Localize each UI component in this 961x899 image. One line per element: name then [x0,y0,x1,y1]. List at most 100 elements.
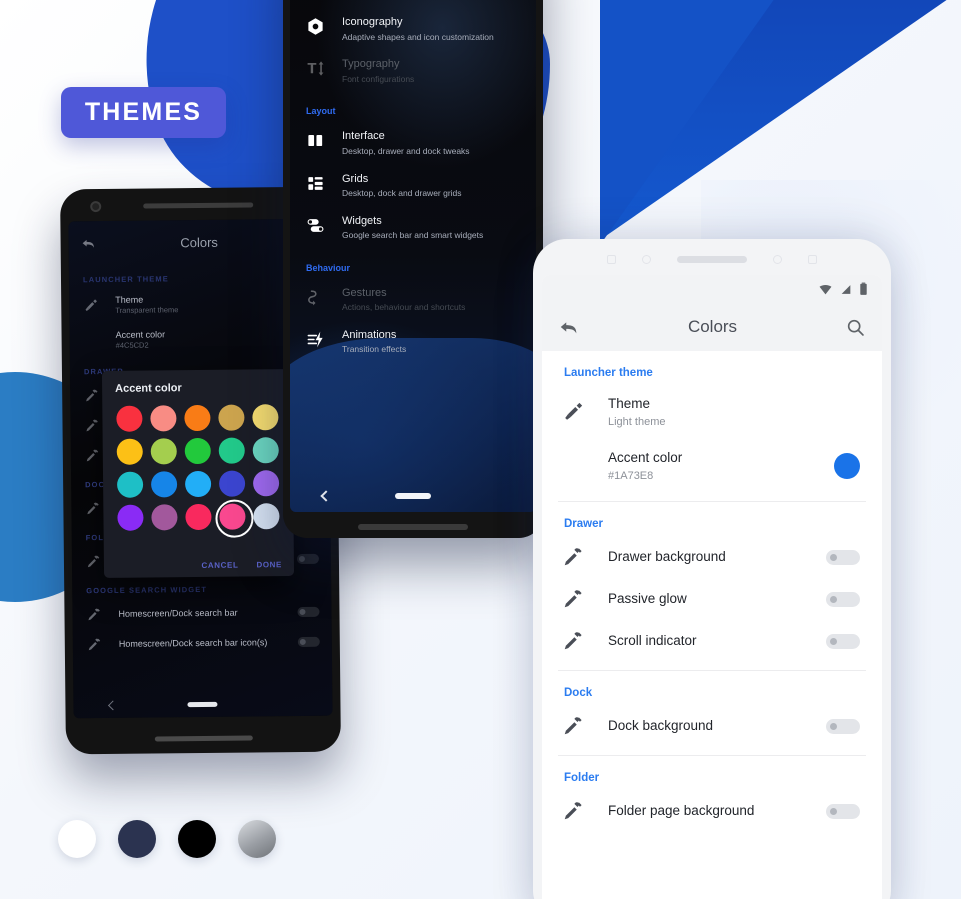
color-swatch[interactable] [150,438,177,465]
eyedropper-icon [564,802,582,820]
widgets-icon [307,218,324,232]
back-arrow-icon[interactable] [81,235,97,251]
color-swatch[interactable] [184,404,211,432]
settings-row[interactable]: Homescreen/Dock search bar icon(s) [73,627,332,660]
settings-row[interactable]: Gestures Actions, behaviour and shortcuts [290,279,536,321]
nav-back-icon[interactable] [107,699,118,710]
row-title: Animations [342,328,397,341]
row-text: Gestures Actions, behaviour and shortcuts [342,286,465,314]
color-swatch[interactable] [252,437,279,464]
animations-icon [307,331,323,348]
grids-icon [306,172,328,193]
color-swatch[interactable] [116,471,144,498]
eyedropper-icon [88,608,100,621]
row-subtitle: Adaptive shapes and icon customization [342,31,494,42]
home-pill[interactable] [394,493,431,499]
bottom-speaker-bar [358,524,468,530]
color-swatch[interactable] [219,503,246,530]
row-title: Homescreen/Dock search bar icon(s) [118,637,268,650]
signal-icon [841,284,851,294]
accent-dialog-actions: CANCEL DONE [201,560,282,570]
eyedropper-icon [564,632,582,650]
middle-phone-screen: ThemingColorsTheme, drawer and widget co… [290,0,536,512]
row-subtitle: #1A73E8 [608,469,654,482]
eyedropper-icon [86,607,104,622]
color-swatch[interactable] [218,437,245,464]
color-swatch[interactable] [252,470,280,497]
status-bar [542,275,882,303]
row-text: Typography Font configurations [342,57,414,85]
settings-row[interactable]: Animations Transition effects [290,321,536,363]
phone-top-sensors [533,253,891,265]
row-text: Animations Transition effects [342,328,406,356]
color-swatch[interactable] [150,471,178,498]
color-swatch[interactable] [151,504,178,531]
settings-row[interactable]: Scroll indicator [542,620,882,662]
settings-row[interactable]: Homescreen/Dock search bar [72,597,331,630]
color-swatch[interactable] [116,438,143,465]
back-arrow-icon[interactable] [558,316,580,338]
eyedropper-icon [562,546,588,568]
settings-row[interactable]: Dock background [542,705,882,747]
settings-row[interactable]: Interface Desktop, drawer and dock tweaks [290,122,536,164]
row-subtitle: Theme, drawer and widget colors [342,0,468,1]
theme-swatch-row [58,820,276,858]
row-text: Widgets Google search bar and smart widge… [342,214,483,242]
toggle-switch[interactable] [826,633,860,649]
color-swatch[interactable] [253,503,280,530]
color-swatch[interactable] [218,404,245,431]
settings-row[interactable]: Grids Desktop, dock and drawer grids [290,165,536,207]
black-theme[interactable] [178,820,216,858]
row-text: Folder page background [608,801,826,821]
color-swatch[interactable] [252,404,279,431]
eyedropper-icon [564,548,582,566]
settings-row[interactable]: Passive glow [542,578,882,620]
color-swatch[interactable] [184,470,212,498]
row-text: Interface Desktop, drawer and dock tweaks [342,129,470,157]
navy-theme[interactable] [118,820,156,858]
row-title: Interface [342,130,385,143]
interface-panels-icon [308,135,323,147]
toggle-switch[interactable] [826,718,860,734]
row-subtitle: Actions, behaviour and shortcuts [342,302,466,313]
toggle-switch[interactable] [297,637,320,648]
settings-row[interactable]: ColorsTheme, drawer and widget colors [290,0,536,8]
section-header: Folder [564,772,600,785]
accent-color-dot[interactable] [834,453,860,480]
settings-row[interactable]: Theme Light theme [542,385,882,439]
settings-row[interactable]: Drawer background [542,536,882,578]
color-swatch[interactable] [150,405,177,432]
toggle-switch[interactable] [826,549,860,565]
cancel-button[interactable]: CANCEL [201,561,238,570]
settings-row[interactable]: Folder page background [542,790,882,832]
toggle-switch[interactable] [826,591,860,607]
settings-row[interactable]: Typography Font configurations [290,50,536,92]
row-text: Homescreen/Dock search bar icon(s) [119,636,298,650]
toggle-switch[interactable] [826,803,860,819]
color-swatch[interactable] [218,470,246,497]
search-icon[interactable] [845,317,866,338]
color-swatch[interactable] [184,437,211,465]
home-pill[interactable] [187,701,218,707]
color-swatch[interactable] [185,503,212,531]
color-swatch[interactable] [116,405,143,432]
settings-row[interactable]: Widgets Google search bar and smart widge… [290,207,536,249]
nav-back-icon[interactable] [320,490,332,502]
row-title: Dock background [608,718,714,734]
eyedropper-icon [84,388,102,403]
row-title: Drawer background [608,549,726,565]
paint-roller-icon [85,299,97,311]
gradient-theme[interactable] [238,820,276,858]
sensor-icon [607,254,616,264]
settings-row[interactable]: Accent color #1A73E8 [542,439,882,493]
wifi-icon [819,284,832,294]
settings-row[interactable]: Iconography Adaptive shapes and icon cust… [290,8,536,50]
themes-badge: THEMES [61,87,226,138]
toggle-switch[interactable] [297,607,320,618]
toggle-switch[interactable] [296,554,319,565]
color-swatch[interactable] [117,504,144,531]
row-subtitle: Google search bar and smart widgets [342,230,484,241]
page-title: Colors [687,317,738,336]
done-button[interactable]: DONE [256,560,282,569]
white-theme[interactable] [58,820,96,858]
